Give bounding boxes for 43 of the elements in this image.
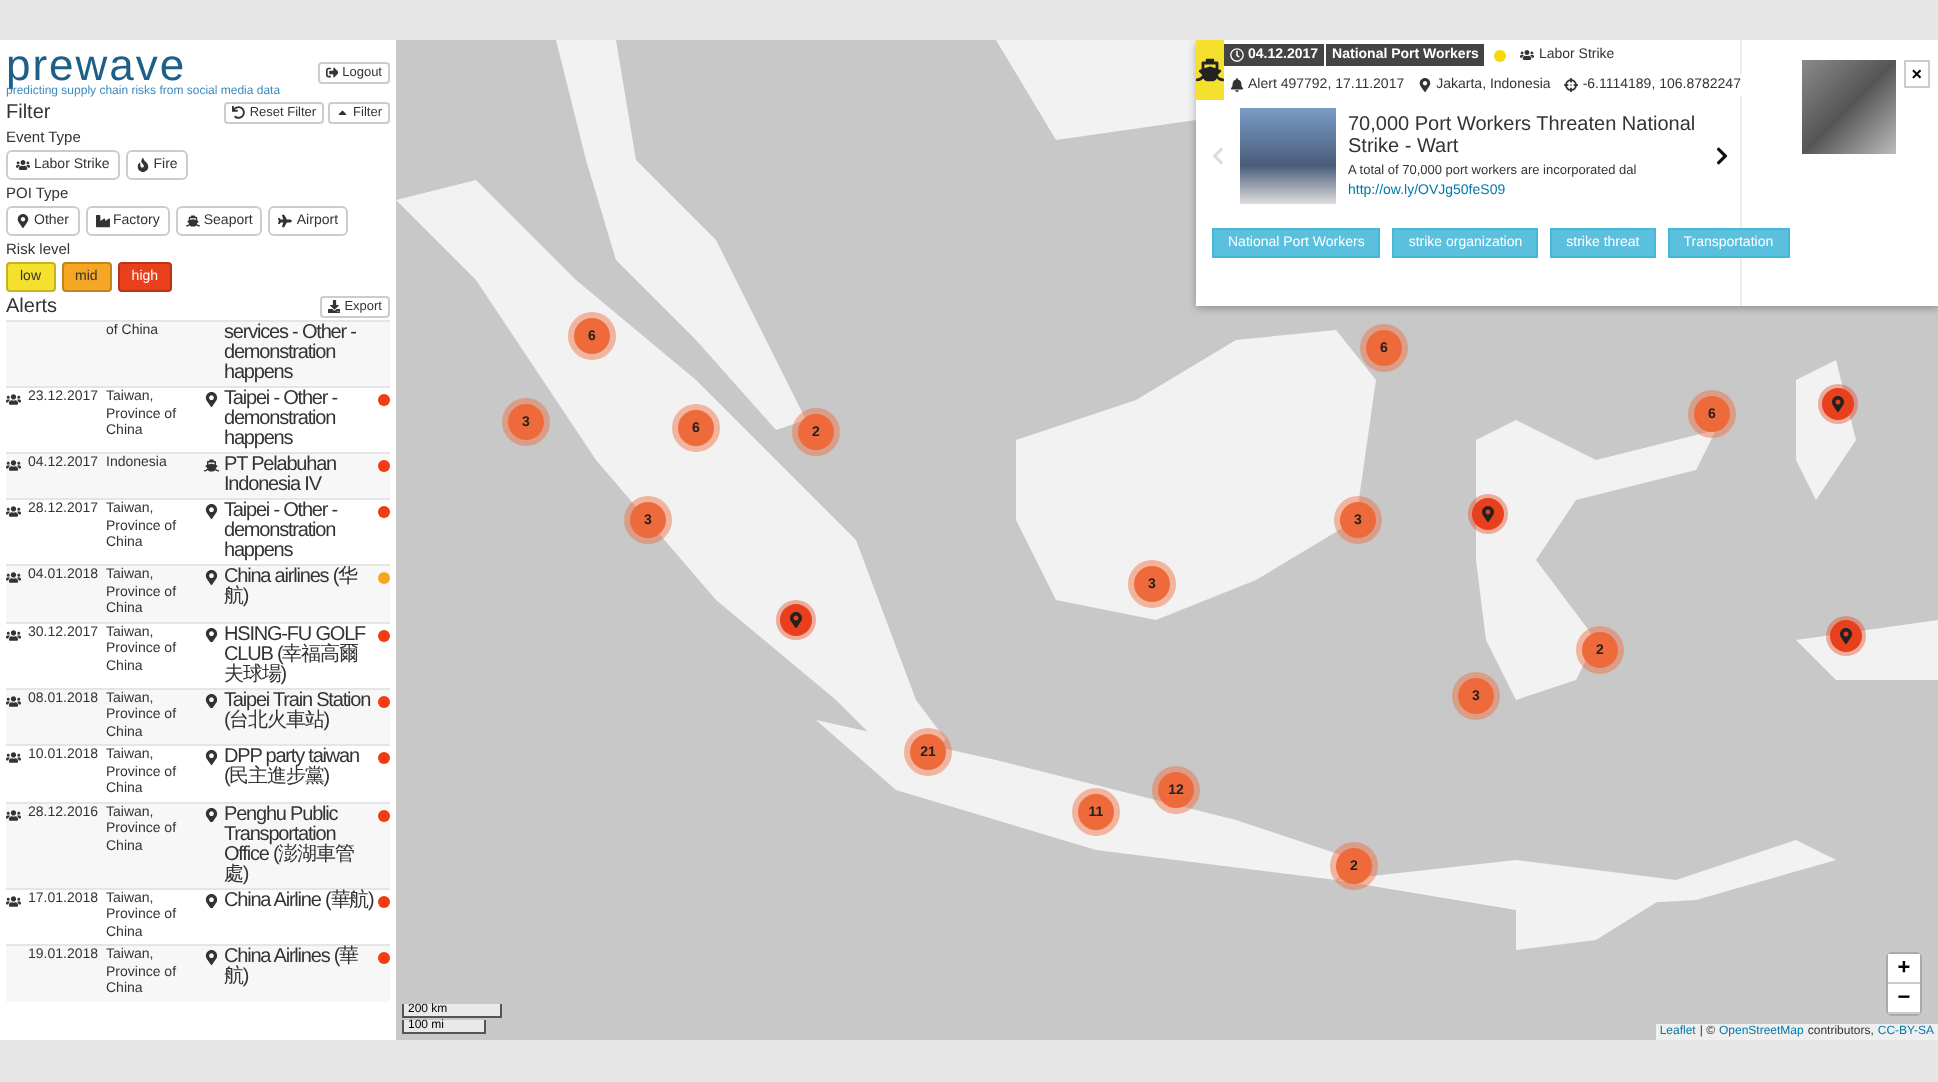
fire-icon (135, 158, 150, 172)
alert-place: Taipei Train Station (台北火車站) (224, 691, 373, 731)
group-icon (16, 158, 30, 172)
alert-place: Taipei - Other - demonstration happens (224, 390, 340, 450)
alert-place: HSING-FU GOLF CLUB (幸福高爾夫球場) (224, 625, 368, 685)
factory-icon (95, 214, 110, 228)
crosshair-icon (1564, 78, 1579, 92)
filter-heading: Filter (6, 102, 51, 124)
map-pin-marker[interactable] (1472, 498, 1504, 530)
map-pin-marker[interactable] (1830, 620, 1862, 652)
brand-logo: prewave (6, 46, 187, 86)
plane-icon (278, 214, 293, 228)
group-icon (1520, 48, 1535, 62)
caret-icon (336, 106, 350, 120)
alert-place: China Airlines (華航) (224, 948, 361, 988)
reset-icon (232, 106, 246, 120)
map-pin-icon (1480, 506, 1496, 522)
zoom-in-button[interactable]: + (1888, 954, 1920, 984)
download-icon (327, 300, 341, 314)
photo-placeholder (1802, 60, 1896, 154)
map-pin-icon (16, 214, 30, 228)
logout-icon (325, 65, 339, 79)
map-pin-icon (1830, 396, 1846, 412)
map-pin-icon (1418, 78, 1433, 92)
bell-icon (1230, 78, 1244, 92)
alert-place: China Airline (華航) (224, 891, 374, 911)
map-pin-icon (788, 612, 804, 628)
article-title: 70,000 Port Workers Threaten National Strike - Wart (1348, 114, 1698, 158)
ship-icon (1196, 56, 1224, 84)
alert-place: PT Pelabuhan Indonesia IV (224, 456, 338, 496)
alert-place: Taipei - Other - demonstration happens (224, 502, 340, 562)
close-button[interactable]: × (1903, 60, 1930, 88)
ship-icon (185, 214, 200, 228)
alert-place: Penghu Public Transportation Office (澎湖車管處) (224, 805, 356, 885)
photo-placeholder (1240, 108, 1336, 204)
map-pin-marker[interactable] (1822, 388, 1854, 420)
alert-place: China airlines (华航) (224, 568, 360, 608)
clock-icon (1230, 48, 1244, 62)
alert-place: DPP party taiwan (民主進步黨) (224, 748, 361, 788)
alert-place: services - Other - demonstration happens (224, 324, 358, 384)
map-pin-icon (1838, 628, 1854, 644)
next-arrow-icon[interactable] (1712, 146, 1732, 166)
alerts-heading: Alerts (6, 296, 58, 318)
